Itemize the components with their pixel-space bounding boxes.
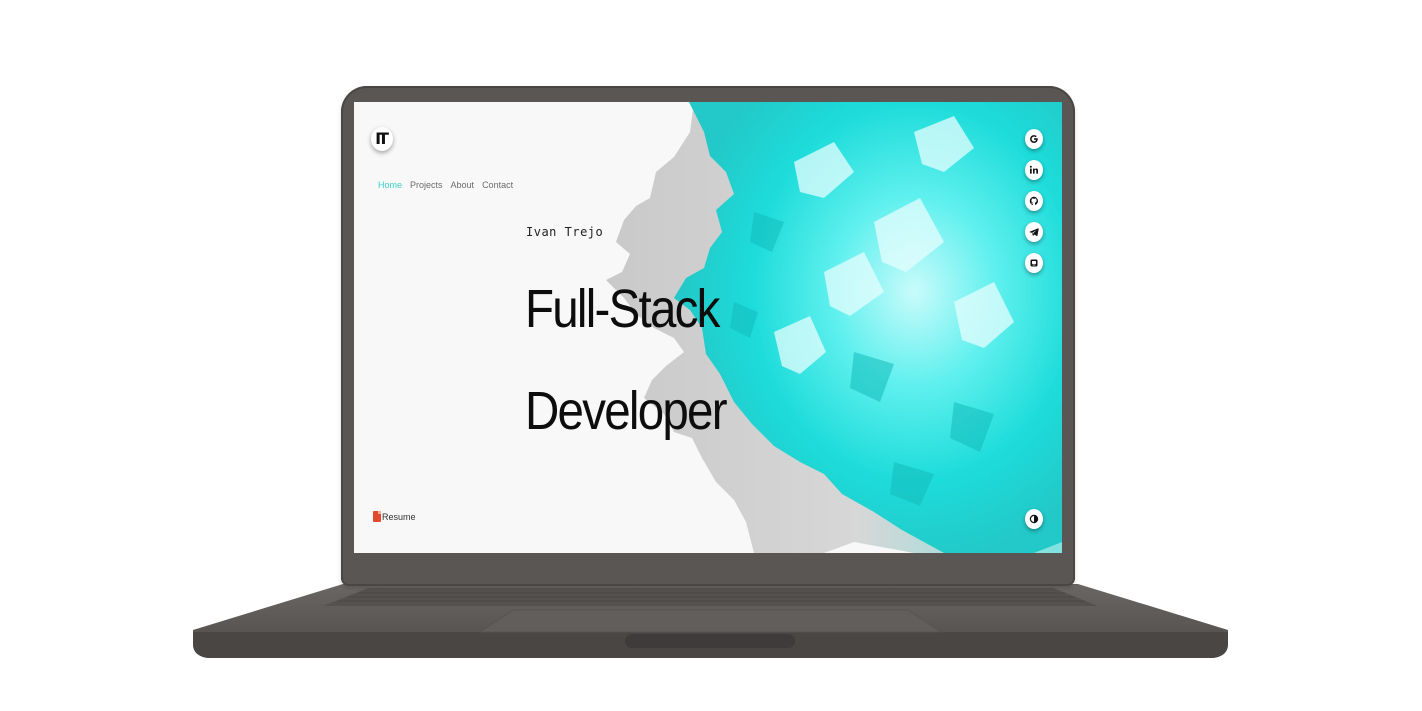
discord-icon[interactable] xyxy=(1025,253,1043,273)
hero-name: Ivan Trejo xyxy=(526,225,604,239)
document-icon xyxy=(373,511,381,522)
laptop-base xyxy=(193,582,1228,660)
half-moon-icon xyxy=(1029,514,1039,524)
hero-headline-line2: Developer xyxy=(525,381,728,441)
social-links xyxy=(1025,129,1043,273)
resume-label: Resume xyxy=(382,511,416,522)
telegram-icon[interactable] xyxy=(1025,222,1043,242)
google-icon[interactable] xyxy=(1025,129,1043,149)
nav-contact[interactable]: Contact xyxy=(482,180,513,190)
main-nav: Home Projects About Contact xyxy=(378,180,513,190)
logo-monogram: IT xyxy=(375,129,389,148)
resume-link[interactable]: Resume xyxy=(373,511,416,522)
nav-projects[interactable]: Projects xyxy=(410,180,443,190)
laptop-mockup: IT Home Projects About Contact Ivan Trej… xyxy=(0,0,1422,711)
nav-about[interactable]: About xyxy=(451,180,475,190)
hero-headline-line1: Full-Stack xyxy=(525,279,720,339)
site-logo[interactable]: IT xyxy=(371,127,393,151)
nav-home[interactable]: Home xyxy=(378,180,402,190)
theme-toggle-button[interactable] xyxy=(1025,509,1043,529)
laptop-screen: IT Home Projects About Contact Ivan Trej… xyxy=(354,102,1062,553)
github-icon[interactable] xyxy=(1025,191,1043,211)
linkedin-icon[interactable] xyxy=(1025,160,1043,180)
